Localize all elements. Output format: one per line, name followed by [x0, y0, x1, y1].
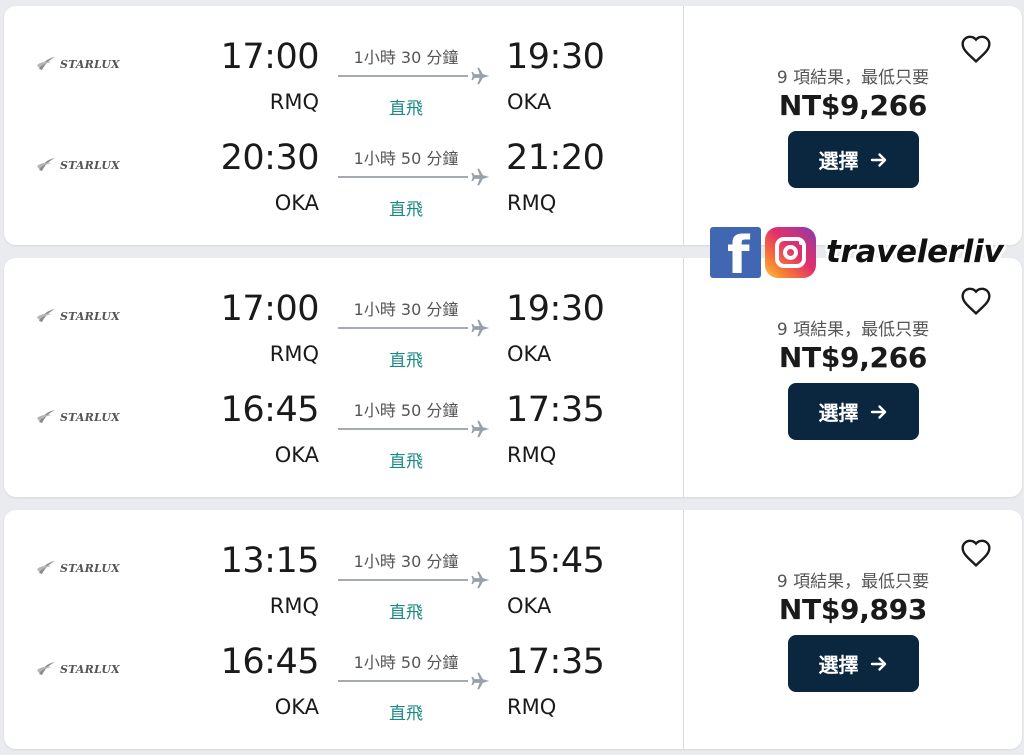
result-card: STARLUX 17:00 RMQ 1小時 30 分鐘 直飛 19:30 OKA…	[4, 258, 1022, 497]
watermark-text: travelerliv	[826, 234, 1004, 270]
result-card: STARLUX 17:00 RMQ 1小時 30 分鐘 直飛 19:30 OKA…	[4, 6, 1022, 245]
arrival-airport: RMQ	[507, 443, 557, 467]
departure-time: 13:15	[220, 541, 320, 581]
flight-duration: 1小時 50 分鐘	[353, 653, 459, 672]
stops-label: 直飛	[389, 452, 423, 472]
flight-leg-return: STARLUX 20:30 OKA 1小時 50 分鐘 直飛 21:20 RMQ	[4, 115, 683, 220]
starlux-mark-icon	[37, 309, 55, 322]
airplane-icon	[471, 67, 490, 85]
results-count: 9 項結果，最低只要	[776, 572, 930, 592]
select-button[interactable]: 選擇	[788, 131, 919, 188]
stops-label: 直飛	[389, 704, 423, 724]
airline-logo: STARLUX	[36, 658, 120, 680]
starlux-mark-icon	[37, 662, 55, 675]
route-line	[338, 327, 468, 329]
arrow-right-icon	[870, 656, 886, 671]
heart-icon[interactable]	[959, 538, 993, 570]
starlux-mark-icon	[37, 561, 55, 574]
price: NT$9,266	[778, 341, 928, 374]
instagram-icon	[765, 226, 816, 278]
arrival-time: 19:30	[506, 37, 605, 77]
airplane-icon	[471, 420, 490, 438]
select-button-label: 選擇	[818, 149, 859, 173]
flight-duration: 1小時 50 分鐘	[353, 401, 459, 420]
departure-time: 17:00	[220, 289, 320, 329]
route-line	[338, 680, 468, 682]
route-line	[338, 75, 468, 77]
flight-leg-return: STARLUX 16:45 OKA 1小時 50 分鐘 直飛 17:35 RMQ	[4, 367, 683, 472]
select-button-label: 選擇	[818, 653, 859, 677]
starlux-mark-icon	[37, 158, 55, 171]
flight-leg-outbound: STARLUX 17:00 RMQ 1小時 30 分鐘 直飛 19:30 OKA	[4, 14, 683, 119]
select-button-label: 選擇	[818, 401, 859, 425]
starlux-mark-icon	[37, 410, 55, 423]
airline-logo: STARLUX	[36, 406, 120, 428]
airline-logo: STARLUX	[36, 557, 120, 579]
route-line	[338, 428, 468, 430]
airplane-icon	[471, 319, 490, 337]
departure-time: 16:45	[220, 390, 320, 430]
results-count: 9 項結果，最低只要	[776, 320, 930, 340]
departure-time: 16:45	[220, 642, 320, 682]
arrow-right-icon	[870, 152, 886, 167]
arrival-airport: RMQ	[507, 191, 557, 215]
departure-airport: OKA	[274, 443, 319, 467]
price: NT$9,893	[778, 593, 928, 626]
flight-leg-outbound: STARLUX 13:15 RMQ 1小時 30 分鐘 直飛 15:45 OKA	[4, 518, 683, 623]
heart-icon[interactable]	[959, 34, 993, 66]
airplane-icon	[471, 672, 490, 690]
flight-duration: 1小時 30 分鐘	[353, 48, 459, 67]
flight-leg-outbound: STARLUX 17:00 RMQ 1小時 30 分鐘 直飛 19:30 OKA	[4, 266, 683, 371]
airplane-icon	[471, 168, 490, 186]
stops-label: 直飛	[389, 200, 423, 220]
departure-airport: OKA	[274, 695, 319, 719]
arrival-airport: OKA	[507, 342, 552, 366]
arrival-airport: OKA	[507, 90, 552, 114]
arrival-airport: OKA	[507, 594, 552, 618]
arrival-time: 15:45	[506, 541, 605, 581]
arrow-right-icon	[870, 404, 886, 419]
airline-logo: STARLUX	[36, 53, 120, 75]
airplane-icon	[471, 571, 490, 589]
arrival-airport: RMQ	[507, 695, 557, 719]
card-divider	[683, 258, 684, 497]
airline-logo: STARLUX	[36, 154, 120, 176]
heart-icon[interactable]	[959, 286, 993, 318]
departure-time: 17:00	[220, 37, 320, 77]
airline-logo: STARLUX	[36, 305, 120, 327]
departure-time: 20:30	[220, 138, 320, 178]
route-line	[338, 579, 468, 581]
flight-duration: 1小時 30 分鐘	[353, 300, 459, 319]
card-divider	[683, 6, 684, 245]
starlux-mark-icon	[37, 57, 55, 70]
flight-duration: 1小時 30 分鐘	[353, 552, 459, 571]
departure-airport: RMQ	[269, 90, 319, 114]
price: NT$9,266	[778, 89, 928, 122]
departure-airport: OKA	[274, 191, 319, 215]
flight-duration: 1小時 50 分鐘	[353, 149, 459, 168]
departure-airport: RMQ	[269, 342, 319, 366]
select-button[interactable]: 選擇	[788, 383, 919, 440]
card-divider	[683, 510, 684, 749]
arrival-time: 17:35	[506, 642, 605, 682]
flight-leg-return: STARLUX 16:45 OKA 1小時 50 分鐘 直飛 17:35 RMQ	[4, 619, 683, 724]
departure-airport: RMQ	[269, 594, 319, 618]
results-count: 9 項結果，最低只要	[776, 68, 930, 88]
arrival-time: 17:35	[506, 390, 605, 430]
facebook-icon: f	[710, 226, 761, 278]
arrival-time: 21:20	[506, 138, 605, 178]
route-line	[338, 176, 468, 178]
result-card: STARLUX 13:15 RMQ 1小時 30 分鐘 直飛 15:45 OKA…	[4, 510, 1022, 749]
arrival-time: 19:30	[506, 289, 605, 329]
watermark: f travelerliv	[710, 226, 1004, 278]
select-button[interactable]: 選擇	[788, 635, 919, 692]
